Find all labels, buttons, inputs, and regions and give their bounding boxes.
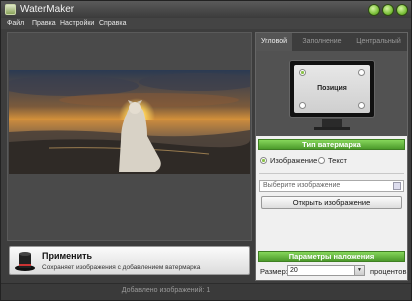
divider [259,173,404,174]
size-value: 20 [290,267,298,274]
maximize-button[interactable] [382,4,394,16]
position-bottom-left[interactable] [299,102,306,109]
tab-center[interactable]: Центральный [350,33,407,51]
position-top-left[interactable] [299,69,306,76]
menu-help[interactable]: Справка [99,18,126,29]
radio-text[interactable] [318,157,325,164]
monitor-frame: Позиция [289,60,375,118]
status-bar: Добавлено изображений: 1 [1,283,411,300]
magic-hat-icon [15,252,35,271]
chevron-down-icon[interactable]: ▼ [354,266,364,275]
overlay-params-header: Параметры наложения [258,251,405,262]
apply-button[interactable]: Применить Сохраняет изображения с добавл… [9,246,250,275]
watermark-type-header: Тип ватермарка [258,139,405,150]
radio-text-label[interactable]: Текст [328,156,347,165]
app-icon [5,4,16,15]
radio-image[interactable] [260,157,267,164]
position-selector: Позиция [256,51,407,136]
position-bottom-right[interactable] [358,102,365,109]
size-select[interactable]: 20 ▼ [287,265,365,276]
title-bar: WaterMaker [1,1,411,18]
monitor-stand-base [314,127,350,130]
position-top-right[interactable] [358,69,365,76]
monitor-screen: Позиция [294,65,370,113]
tab-corner[interactable]: Угловой [256,33,292,51]
picker-icon[interactable] [393,182,401,190]
image-preview-pane [7,32,252,241]
app-window: WaterMaker Файл Правка Настройки Справка [0,0,412,301]
image-path-placeholder: Выберите изображение [263,182,341,189]
image-path-field[interactable]: Выберите изображение [259,180,404,192]
tab-bar: Угловой Заполнение Центральный [256,33,407,51]
apply-title: Применить [42,251,93,261]
open-image-button[interactable]: Открыть изображение [261,196,402,209]
size-unit: процентов [370,267,407,276]
radio-image-label[interactable]: Изображение [270,156,317,165]
apply-subtitle: Сохраняет изображения с добавлением вате… [42,264,201,271]
menu-bar: Файл Правка Настройки Справка [1,18,411,29]
menu-edit[interactable]: Правка [32,18,56,29]
tab-fill[interactable]: Заполнение [294,33,350,51]
size-label: Размер: [260,267,288,276]
menu-file[interactable]: Файл [7,18,24,29]
close-button[interactable] [396,4,408,16]
position-label: Позиция [317,85,347,92]
minimize-button[interactable] [368,4,380,16]
menu-settings[interactable]: Настройки [60,18,94,29]
window-title: WaterMaker [20,4,75,15]
preview-image[interactable] [9,70,250,174]
monitor-stand [322,119,342,127]
status-text: Добавлено изображений: 1 [121,287,211,294]
settings-panel: Угловой Заполнение Центральный Позиция Т… [255,32,408,281]
